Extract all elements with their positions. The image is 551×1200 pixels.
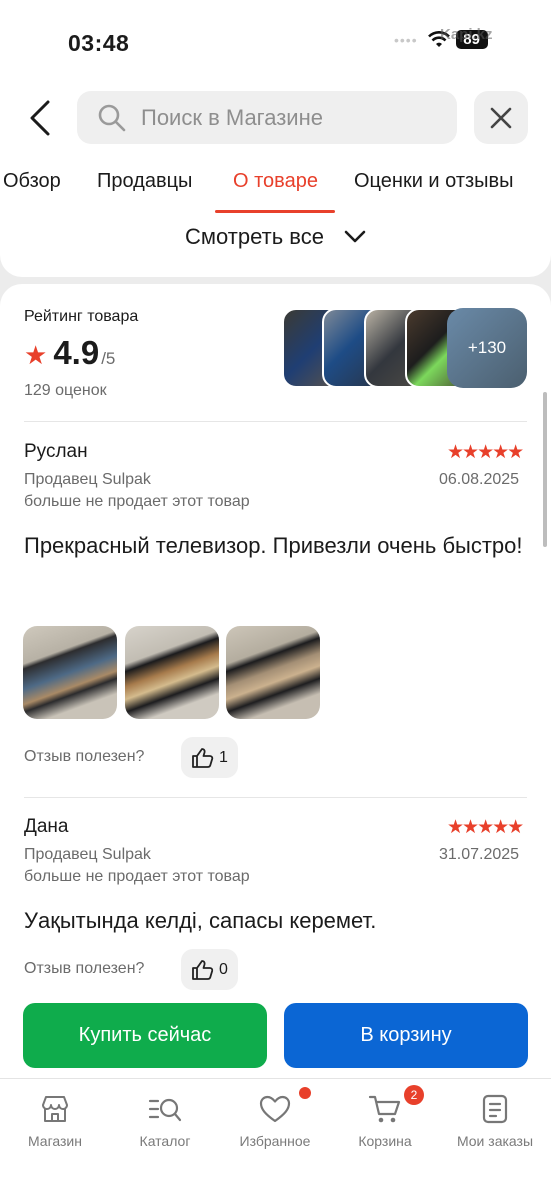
add-to-cart-button[interactable]: В корзину (284, 1003, 528, 1068)
close-button[interactable] (474, 91, 528, 144)
cart-icon (368, 1095, 401, 1123)
review-text: Уақытында келді, сапасы керемет. (24, 908, 377, 933)
nav-cart[interactable]: 2 Корзина (330, 1085, 440, 1149)
nav-catalog[interactable]: Каталог (110, 1091, 220, 1149)
nav-orders[interactable]: Мои заказы (440, 1091, 550, 1149)
tab-overview[interactable]: Обзор (3, 170, 61, 193)
cart-badge: 2 (404, 1085, 424, 1105)
review-photo[interactable] (23, 626, 117, 719)
back-button[interactable] (24, 98, 58, 138)
rating-value: 4.9 (53, 334, 100, 371)
rating-scale: /5 (101, 349, 116, 368)
search-input[interactable]: Поиск в Магазине (77, 91, 457, 144)
nav-catalog-label: Каталог (139, 1133, 191, 1149)
heart-icon (259, 1095, 291, 1123)
like-count: 0 (219, 960, 228, 978)
review-stars: ★★★★★ (447, 442, 524, 463)
nav-favorites[interactable]: Избранное (220, 1087, 330, 1149)
scrollbar[interactable] (543, 392, 547, 547)
review-stars: ★★★★★ (447, 817, 524, 838)
tab-bar: Обзор Продавцы О товаре Оценки и отзывы (0, 168, 551, 213)
nav-shop-label: Магазин (27, 1133, 82, 1149)
rating-count: 129 оценок (24, 382, 107, 399)
status-time: 03:48 (68, 30, 130, 56)
nav-favorites-label: Избранное (239, 1133, 311, 1149)
review-seller[interactable]: Продавец Sulpak (24, 471, 151, 489)
nav-orders-label: Мои заказы (456, 1133, 534, 1149)
divider (24, 797, 527, 798)
see-all-label: Смотреть все (185, 224, 324, 249)
see-all-button[interactable]: Смотреть все (0, 224, 551, 250)
top-header: 03:48 •••• 89 Kapi.kz Поиск в Магазине О… (0, 0, 551, 277)
tab-about-product[interactable]: О товаре (233, 170, 318, 193)
nav-shop[interactable]: Магазин (0, 1091, 110, 1149)
rating-label: Рейтинг товара (24, 308, 139, 325)
helpful-label: Отзыв полезен? (24, 748, 145, 765)
like-button[interactable]: 1 (181, 737, 238, 778)
rating-summary: ★ 4.9 /5 (24, 334, 115, 372)
star-icon: ★ (24, 340, 48, 370)
watermark: Kapi.kz (440, 26, 493, 43)
shop-icon (42, 1096, 68, 1122)
review-author: Руслан (24, 441, 88, 462)
review-photos-strip[interactable]: +130 (282, 308, 527, 388)
review-seller-note: больше не продает этот товар (24, 868, 250, 885)
search-icon (98, 104, 126, 131)
helpful-label: Отзыв полезен? (24, 960, 145, 977)
divider (24, 421, 527, 422)
tab-reviews[interactable]: Оценки и отзывы (354, 170, 514, 193)
like-button[interactable]: 0 (181, 949, 238, 990)
signal-icon: •••• (394, 31, 418, 48)
thumbs-up-icon (192, 959, 214, 980)
active-tab-indicator (215, 210, 335, 213)
favorites-notification-dot (299, 1087, 311, 1099)
review-seller-note: больше не продает этот товар (24, 493, 250, 510)
close-icon (490, 107, 512, 128)
review-author: Дана (24, 816, 69, 837)
chevron-down-icon (344, 230, 366, 243)
bottom-navigation: Магазин Каталог Избранное 2 Корзина Мои … (0, 1078, 551, 1200)
review-date: 31.07.2025 (439, 846, 520, 863)
review-photo[interactable] (226, 626, 320, 719)
review-seller[interactable]: Продавец Sulpak (24, 846, 151, 864)
review-photo[interactable] (125, 626, 219, 719)
tab-sellers[interactable]: Продавцы (97, 170, 192, 193)
review-text: Прекрасный телевизор. Привезли очень быс… (24, 533, 523, 558)
nav-cart-label: Корзина (358, 1133, 412, 1149)
orders-icon (482, 1094, 508, 1124)
thumbs-up-icon (192, 747, 214, 768)
more-photos-button[interactable]: +130 (447, 308, 527, 388)
search-placeholder: Поиск в Магазине (141, 104, 323, 130)
review-date: 06.08.2025 (439, 471, 520, 488)
buy-now-button[interactable]: Купить сейчас (23, 1003, 267, 1068)
like-count: 1 (219, 748, 228, 766)
catalog-search-icon (148, 1098, 182, 1122)
